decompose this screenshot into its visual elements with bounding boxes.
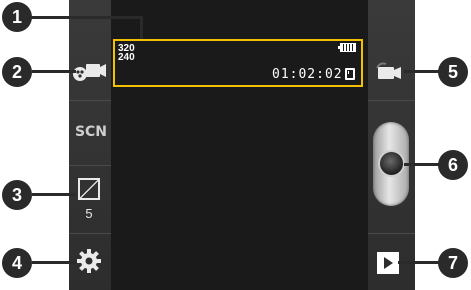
callout-4: 4: [2, 248, 32, 278]
camcorder-shooting-mode-icon: [73, 64, 106, 81]
switch-mode-button[interactable]: [374, 60, 410, 86]
callout-6: 6: [438, 150, 468, 180]
settings-button[interactable]: [76, 248, 102, 274]
callout-3-leader: [32, 193, 76, 196]
shooting-mode-button[interactable]: [72, 56, 108, 84]
callout-4-leader: [32, 261, 76, 264]
resolution-height: 240: [118, 52, 135, 63]
right-bar-divider: [368, 100, 415, 101]
callout-3: 3: [2, 180, 32, 210]
right-bar-divider: [368, 233, 415, 234]
callout-2-leader: [32, 70, 76, 73]
exposure-value: 5: [85, 206, 93, 221]
left-bar-divider: [69, 100, 111, 101]
callout-2: 2: [2, 57, 32, 87]
callout-7: 7: [438, 248, 468, 278]
memory-card-icon: [345, 68, 355, 80]
play-icon[interactable]: [377, 252, 399, 274]
left-bar-divider: [69, 233, 111, 234]
scene-mode-button[interactable]: SCN: [71, 124, 111, 140]
gear-icon: [77, 249, 101, 273]
record-shutter-icon[interactable]: [378, 150, 405, 177]
switch-to-camera-icon: [376, 62, 401, 79]
recording-time: 01:02:02: [272, 67, 343, 82]
left-control-bar: [69, 0, 111, 290]
battery-full-icon: [338, 43, 356, 52]
callout-1: 1: [2, 2, 32, 32]
exposure-icon[interactable]: [78, 178, 100, 200]
callout-1-leader: [30, 16, 143, 19]
left-bar-divider: [69, 165, 111, 166]
callout-1-leader: [140, 16, 143, 39]
callout-5: 5: [438, 57, 468, 87]
